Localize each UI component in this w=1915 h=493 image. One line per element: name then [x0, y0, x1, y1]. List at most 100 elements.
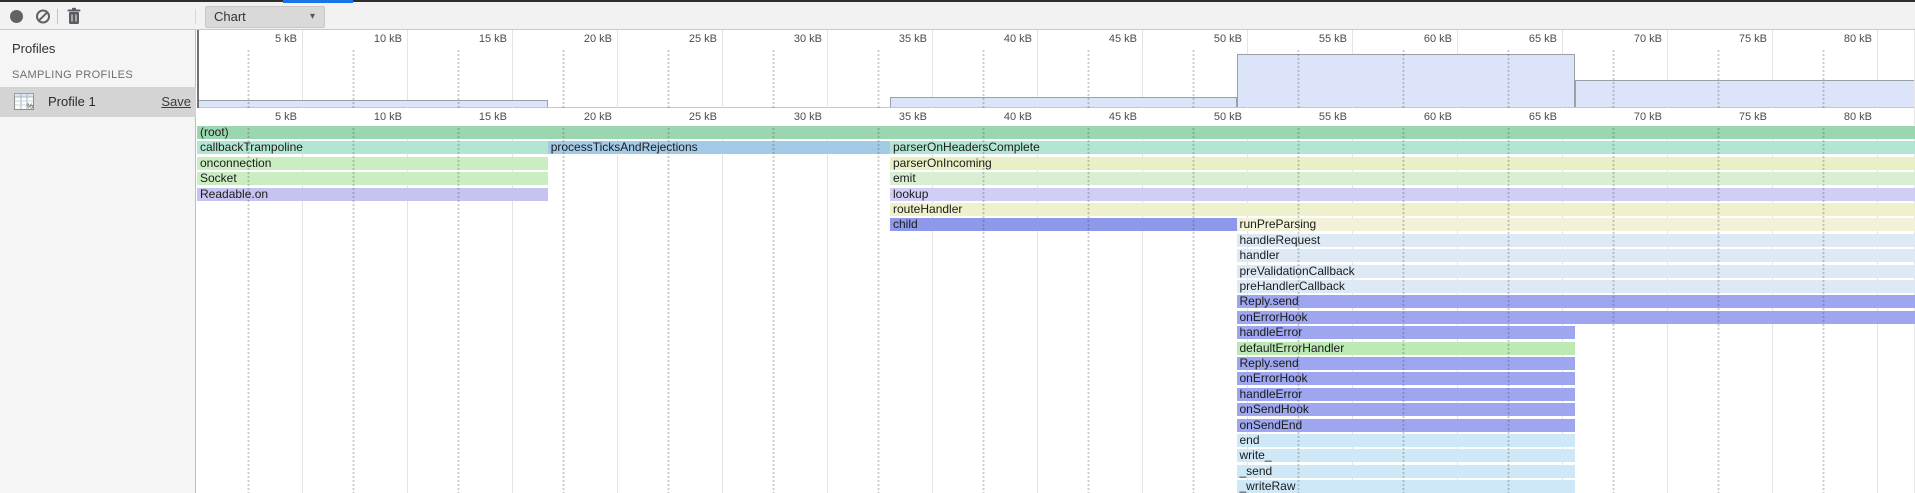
- flame-frame-end[interactable]: end: [1237, 434, 1575, 447]
- gridline: [407, 30, 408, 108]
- flame-frame-onsendend[interactable]: onSendEnd: [1237, 419, 1575, 432]
- flame-frame-label: onconnection: [197, 157, 548, 170]
- delete-profile-button[interactable]: [63, 6, 85, 27]
- ruler-tick-label: 60 kB: [1367, 111, 1452, 123]
- record-button[interactable]: [6, 6, 28, 27]
- flame-frame-label: handler: [1237, 249, 1915, 262]
- flame-frame--root-[interactable]: (root): [197, 126, 1915, 139]
- sidebar-title: Profiles: [12, 41, 55, 56]
- flame-frame-prevalidationcallback[interactable]: preValidationCallback: [1237, 265, 1915, 278]
- chart-ruler: 5 kB10 kB15 kB20 kB25 kB30 kB35 kB40 kB4…: [197, 108, 1915, 126]
- overview-ruler: 5 kB10 kB15 kB20 kB25 kB30 kB35 kB40 kB4…: [197, 30, 1915, 48]
- flame-frame-label: parserOnHeadersComplete: [890, 141, 1915, 154]
- ruler-tick-label: 60 kB: [1367, 33, 1452, 45]
- flame-frame-processticksandrejections[interactable]: processTicksAndRejections: [548, 141, 890, 154]
- flame-chart-rows[interactable]: (root) callbackTrampolineprocessTicksAndR…: [197, 126, 1915, 493]
- flame-frame-label: handleError: [1237, 388, 1575, 401]
- flame-frame-label: write_: [1237, 449, 1575, 462]
- flame-frame-label: callbackTrampoline: [197, 141, 548, 154]
- flame-frame-readable-on[interactable]: Readable.on: [197, 188, 548, 201]
- flame-frame-label: preHandlerCallback: [1237, 280, 1915, 293]
- dropdown-arrow-icon: ▾: [310, 7, 315, 27]
- flame-frame-label: (root): [197, 126, 1915, 139]
- flame-frame-label: lookup: [890, 188, 1915, 201]
- profiles-sidebar: Profiles SAMPLING PROFILES % Profile 1 S…: [0, 30, 196, 493]
- ruler-tick-label: 15 kB: [422, 111, 507, 123]
- ruler-tick-label: 25 kB: [632, 33, 717, 45]
- gridline: [302, 30, 303, 108]
- flame-frame-onsendhook[interactable]: onSendHook: [1237, 403, 1575, 416]
- view-mode-select[interactable]: Chart ▾: [205, 6, 325, 28]
- ruler-tick-label: 75 kB: [1682, 111, 1767, 123]
- ruler-tick-label: 40 kB: [947, 111, 1032, 123]
- sampling-profiles-section-header: SAMPLING PROFILES: [12, 69, 133, 81]
- record-icon: [10, 10, 23, 23]
- flame-frame-emit[interactable]: emit: [890, 172, 1915, 185]
- gridline: [722, 30, 723, 108]
- flame-frame-socket[interactable]: Socket: [197, 172, 548, 185]
- ruler-tick-label: 10 kB: [317, 111, 402, 123]
- flame-frame-reply-send[interactable]: Reply.send: [1237, 357, 1575, 370]
- ruler-tick-label: 45 kB: [1052, 111, 1137, 123]
- view-mode-value: Chart: [214, 9, 246, 24]
- profiler-toolbar: Chart ▾: [0, 2, 1915, 30]
- flame-frame-handleerror[interactable]: handleError: [1237, 326, 1575, 339]
- flame-frame-parseronheaderscomplete[interactable]: parserOnHeadersComplete: [890, 141, 1915, 154]
- sidebar-item-profile-1[interactable]: % Profile 1 Save: [0, 87, 196, 117]
- flame-chart-panel: 5 kB 10 kB 15 kB 20 kB 25 kB 30 kB 35 kB 40 kB 4…: [197, 30, 1915, 493]
- ruler-tick-label: 20 kB: [527, 111, 612, 123]
- flame-frame-child[interactable]: child: [890, 218, 1237, 231]
- flame-frame-onerrorhook[interactable]: onErrorHook: [1237, 311, 1915, 324]
- flame-frame-label: onSendHook: [1237, 403, 1575, 416]
- flame-frame-label: emit: [890, 172, 1915, 185]
- toolbar-separator: [195, 9, 196, 24]
- memory-overview-pane[interactable]: [197, 48, 1915, 108]
- flame-frame-reply-send[interactable]: Reply.send: [1237, 295, 1915, 308]
- ruler-tick-label: 20 kB: [527, 33, 612, 45]
- flame-frame-prehandlercallback[interactable]: preHandlerCallback: [1237, 280, 1915, 293]
- flame-frame-runpreparsing[interactable]: runPreParsing: [1237, 218, 1915, 231]
- save-profile-link[interactable]: Save: [161, 94, 191, 109]
- flame-frame-handler[interactable]: handler: [1237, 249, 1915, 262]
- ruler-tick-label: 55 kB: [1262, 111, 1347, 123]
- flame-frame-label: _writeRaw: [1237, 480, 1575, 493]
- ruler-tick-label: 70 kB: [1577, 111, 1662, 123]
- active-tab-underline: [283, 0, 353, 3]
- flame-frame-label: Socket: [197, 172, 548, 185]
- sampling-profile-icon: %: [14, 93, 34, 110]
- flame-frame-label: Reply.send: [1237, 295, 1915, 308]
- toolbar-separator: [57, 9, 58, 24]
- ruler-tick-label: 35 kB: [842, 33, 927, 45]
- flame-frame-label: onErrorHook: [1237, 311, 1915, 324]
- flame-frame-write-[interactable]: write_: [1237, 449, 1575, 462]
- flame-frame-label: child: [890, 218, 1237, 231]
- overview-memory-band: [197, 100, 548, 107]
- flame-frame--send[interactable]: _send: [1237, 465, 1575, 478]
- ruler-tick-label: 50 kB: [1157, 33, 1242, 45]
- ruler-tick-label: 70 kB: [1577, 33, 1662, 45]
- flame-frame-label: Reply.send: [1237, 357, 1575, 370]
- gridline: [722, 126, 723, 493]
- overview-window-grip[interactable]: [197, 30, 199, 108]
- clear-profiles-button[interactable]: [32, 6, 54, 27]
- flame-frame-handleerror[interactable]: handleError: [1237, 388, 1575, 401]
- flame-frame-lookup[interactable]: lookup: [890, 188, 1915, 201]
- ruler-tick-label: 50 kB: [1157, 111, 1242, 123]
- flame-frame-defaulterrorhandler[interactable]: defaultErrorHandler: [1237, 342, 1575, 355]
- flame-frame-parseronincoming[interactable]: parserOnIncoming: [890, 157, 1915, 170]
- flame-frame-onconnection[interactable]: onconnection: [197, 157, 548, 170]
- overview-memory-band: [1575, 80, 1915, 107]
- ruler-tick-label: 10 kB: [317, 33, 402, 45]
- flame-frame-callbacktrampoline[interactable]: callbackTrampoline: [197, 141, 548, 154]
- flame-frame-handlerequest[interactable]: handleRequest: [1237, 234, 1915, 247]
- flame-frame-onerrorhook[interactable]: onErrorHook: [1237, 372, 1575, 385]
- ruler-tick-label: 55 kB: [1262, 33, 1347, 45]
- flame-frame-label: _send: [1237, 465, 1575, 478]
- flame-frame-routehandler[interactable]: routeHandler: [890, 203, 1915, 216]
- ruler-tick-label: 35 kB: [842, 111, 927, 123]
- ruler-tick-label: 5 kB: [212, 111, 297, 123]
- flame-frame-label: handleRequest: [1237, 234, 1915, 247]
- trash-icon: [63, 6, 85, 27]
- flame-frame--writeraw[interactable]: _writeRaw: [1237, 480, 1575, 493]
- ruler-tick-label: 30 kB: [737, 111, 822, 123]
